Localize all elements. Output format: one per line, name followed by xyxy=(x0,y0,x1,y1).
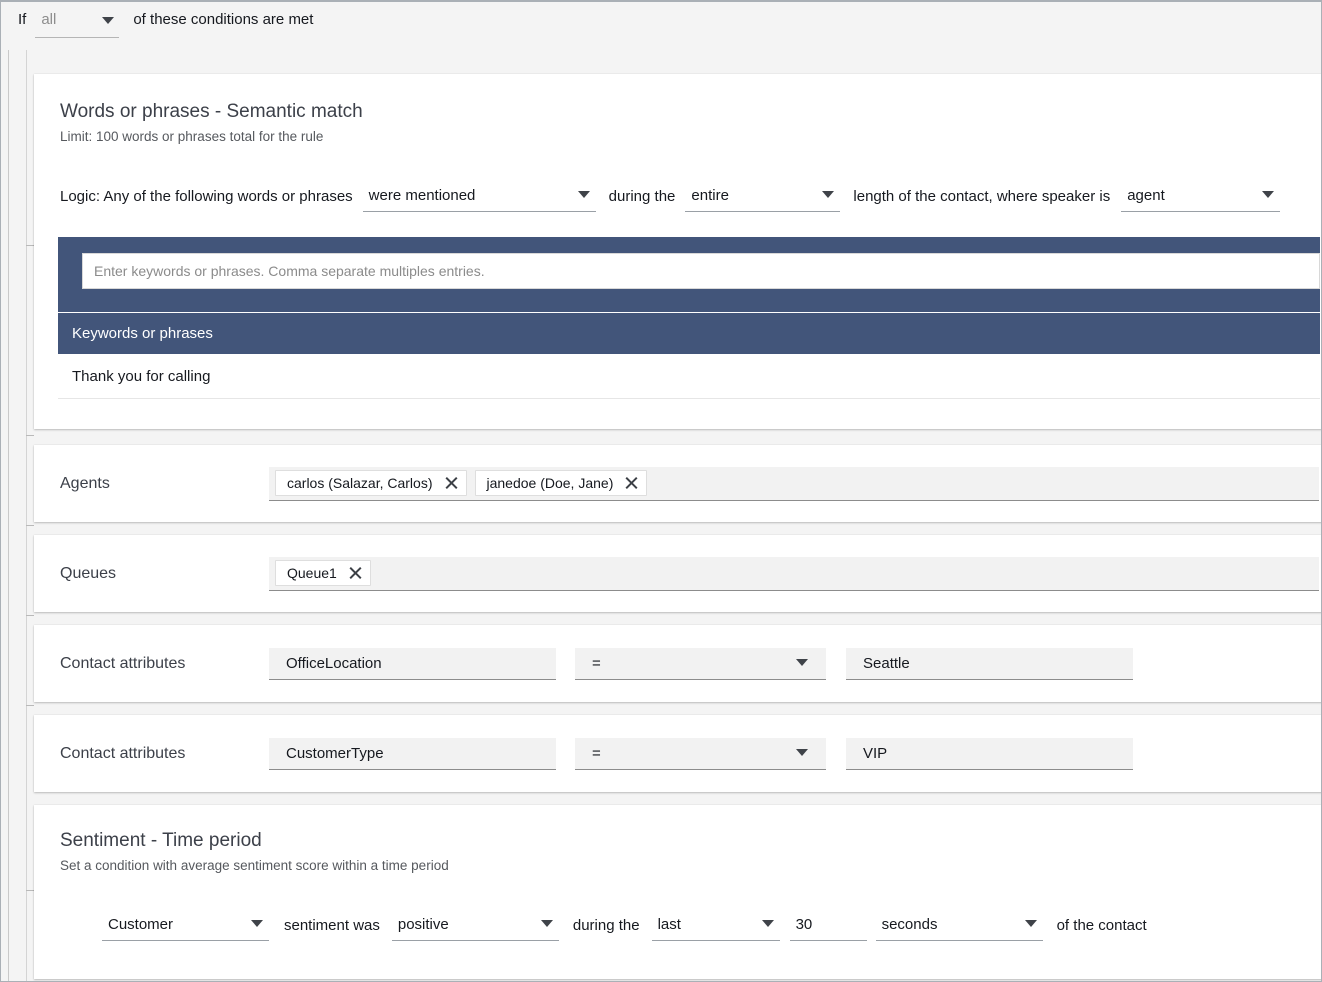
sentiment-suffix-label: of the contact xyxy=(1057,915,1147,937)
mention-condition-select[interactable]: were mentioned xyxy=(363,182,596,212)
contact-attribute-value-input[interactable]: VIP xyxy=(846,738,1133,770)
keyword-row-value: Thank you for calling xyxy=(72,368,210,385)
queues-label: Queues xyxy=(60,565,269,583)
condition-rail xyxy=(1,50,34,982)
during-the-label: during the xyxy=(609,186,676,208)
chevron-down-icon xyxy=(102,17,114,24)
keywords-block: Enter keywords or phrases. Comma separat… xyxy=(58,237,1320,399)
card-agents: Agents carlos (Salazar, Carlos) janedoe … xyxy=(34,445,1322,522)
rail-vertical-line-inner xyxy=(26,50,27,982)
rail-tick xyxy=(26,890,34,891)
speaker-value: agent xyxy=(1121,182,1280,207)
rail-tick xyxy=(26,705,34,706)
card-sentiment: Sentiment - Time period Set a condition … xyxy=(34,805,1322,979)
chevron-down-icon xyxy=(1025,920,1037,927)
sentiment-polarity-value: positive xyxy=(392,911,559,936)
sentiment-was-label: sentiment was xyxy=(284,915,380,937)
close-icon[interactable] xyxy=(444,476,458,490)
rail-vertical-line-outer xyxy=(8,50,9,982)
contact-attributes-label: Contact attributes xyxy=(60,745,269,763)
sentiment-amount-value: 30 xyxy=(790,911,867,936)
card-words-or-phrases: Words or phrases - Semantic match Limit:… xyxy=(34,74,1322,429)
sentiment-unit-value: seconds xyxy=(876,911,1043,936)
queues-token-field[interactable]: Queue1 xyxy=(269,557,1319,591)
condition-prefix-label: If xyxy=(18,10,26,30)
mention-condition-value: were mentioned xyxy=(363,182,596,207)
condition-match-select[interactable]: all xyxy=(35,10,119,38)
rail-tick xyxy=(26,525,34,526)
logic-label: Logic: Any of the following words or phr… xyxy=(60,186,353,208)
rail-tick xyxy=(26,435,34,436)
contact-attribute-operator-value: = xyxy=(592,655,601,672)
keywords-table-header-label: Keywords or phrases xyxy=(72,325,213,342)
chevron-down-icon xyxy=(541,920,553,927)
keywords-table-header: Keywords or phrases xyxy=(58,312,1320,354)
condition-bar: If all of these conditions are met xyxy=(1,2,1322,72)
chevron-down-icon xyxy=(822,191,834,198)
contact-attribute-key-input[interactable]: CustomerType xyxy=(269,738,556,770)
chevron-down-icon xyxy=(1262,191,1274,198)
sentiment-unit-select[interactable]: seconds xyxy=(876,911,1043,941)
contact-attribute-operator-select[interactable]: = xyxy=(575,738,826,770)
chevron-down-icon xyxy=(251,920,263,927)
contact-attribute-key-input[interactable]: OfficeLocation xyxy=(269,648,556,680)
agent-token-label: janedoe (Doe, Jane) xyxy=(487,475,614,491)
card-contact-attribute-2: Contact attributes CustomerType = VIP xyxy=(34,715,1322,792)
sentiment-speaker-value: Customer xyxy=(102,911,269,936)
chevron-down-icon xyxy=(762,920,774,927)
sentiment-title: Sentiment - Time period xyxy=(60,829,1322,853)
table-row[interactable]: Thank you for calling xyxy=(58,354,1320,399)
duration-select[interactable]: entire xyxy=(685,182,840,212)
contact-attributes-label: Contact attributes xyxy=(60,655,269,673)
sentiment-period-select[interactable]: last xyxy=(652,911,780,941)
rule-builder-panel: If all of these conditions are met Words… xyxy=(0,0,1322,982)
chevron-down-icon xyxy=(796,749,808,756)
contact-attribute-value-input[interactable]: Seattle xyxy=(846,648,1133,680)
duration-value: entire xyxy=(685,182,840,207)
sentiment-amount-input[interactable]: 30 xyxy=(790,911,867,941)
agent-token[interactable]: carlos (Salazar, Carlos) xyxy=(275,470,467,496)
words-or-phrases-title: Words or phrases - Semantic match xyxy=(60,100,1322,124)
contact-attribute-key-value: CustomerType xyxy=(286,745,384,762)
condition-suffix-label: of these conditions are met xyxy=(133,10,313,30)
sentiment-speaker-select[interactable]: Customer xyxy=(102,911,269,941)
contact-attribute-operator-value: = xyxy=(592,745,601,762)
speaker-select[interactable]: agent xyxy=(1121,182,1280,212)
contact-attribute-value-text: Seattle xyxy=(863,655,910,672)
sentiment-period-value: last xyxy=(652,911,780,936)
queue-token-label: Queue1 xyxy=(287,565,337,581)
agents-token-field[interactable]: carlos (Salazar, Carlos) janedoe (Doe, J… xyxy=(269,467,1319,501)
rail-tick xyxy=(26,615,34,616)
keywords-input-placeholder: Enter keywords or phrases. Comma separat… xyxy=(94,263,485,279)
rail-tick xyxy=(26,245,34,246)
agents-label: Agents xyxy=(60,475,269,493)
words-or-phrases-subtitle: Limit: 100 words or phrases total for th… xyxy=(60,128,1322,146)
close-icon[interactable] xyxy=(624,476,638,490)
sentiment-subtitle: Set a condition with average sentiment s… xyxy=(60,857,1322,875)
sentiment-during-label: during the xyxy=(573,915,640,937)
chevron-down-icon xyxy=(578,191,590,198)
close-icon[interactable] xyxy=(348,566,362,580)
agent-token[interactable]: janedoe (Doe, Jane) xyxy=(475,470,648,496)
contact-attribute-value-text: VIP xyxy=(863,745,887,762)
contact-attribute-operator-select[interactable]: = xyxy=(575,648,826,680)
length-of-contact-label: length of the contact, where speaker is xyxy=(853,186,1110,208)
chevron-down-icon xyxy=(796,659,808,666)
card-contact-attribute-1: Contact attributes OfficeLocation = Seat… xyxy=(34,625,1322,702)
keywords-input-header: Enter keywords or phrases. Comma separat… xyxy=(58,237,1320,312)
contact-attribute-key-value: OfficeLocation xyxy=(286,655,382,672)
keywords-input[interactable]: Enter keywords or phrases. Comma separat… xyxy=(82,253,1320,289)
sentiment-polarity-select[interactable]: positive xyxy=(392,911,559,941)
card-queues: Queues Queue1 xyxy=(34,535,1322,612)
agent-token-label: carlos (Salazar, Carlos) xyxy=(287,475,433,491)
condition-match-value: all xyxy=(35,10,56,30)
queue-token[interactable]: Queue1 xyxy=(275,560,371,586)
